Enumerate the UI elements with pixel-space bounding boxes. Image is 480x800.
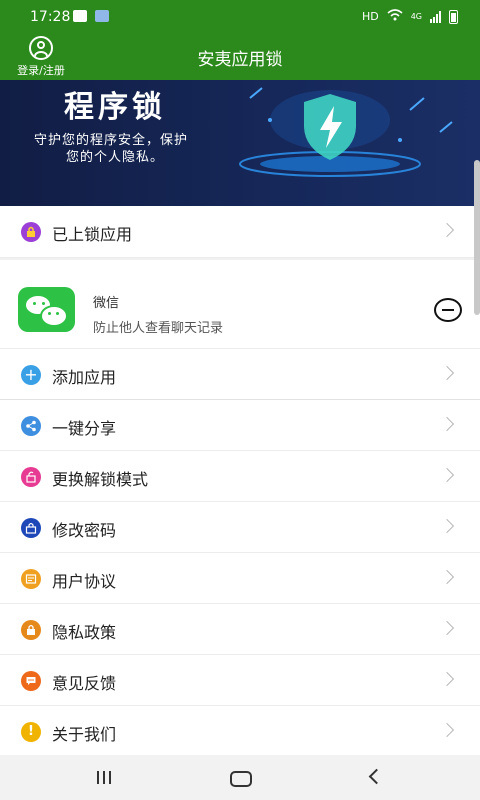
locked-apps-item[interactable]: 已上锁应用 bbox=[0, 206, 480, 258]
lock-icon bbox=[21, 222, 41, 242]
privacy-lock-icon bbox=[21, 620, 41, 640]
menu-item-label: 用户协议 bbox=[52, 572, 117, 591]
menu-item-share[interactable]: 一键分享 bbox=[0, 400, 480, 451]
promo-banner: 程序锁 守护您的程序安全，保护 您的个人隐私。 bbox=[0, 80, 480, 206]
menu-item-about-us[interactable]: ! 关于我们 bbox=[0, 706, 480, 757]
chevron-right-icon bbox=[439, 620, 455, 636]
banner-line-1: 守护您的程序安全，保护 bbox=[34, 133, 189, 148]
menu-item-label: 添加应用 bbox=[52, 368, 117, 387]
status-time: 17:28 bbox=[30, 9, 71, 25]
back-button[interactable] bbox=[368, 768, 385, 785]
chevron-right-icon bbox=[439, 467, 455, 483]
menu-item-label: 更换解锁模式 bbox=[52, 470, 149, 489]
app-title: 安夷应用锁 bbox=[197, 50, 283, 70]
wechat-icon bbox=[18, 287, 75, 332]
shield-icon bbox=[304, 94, 356, 160]
battery-icon bbox=[449, 9, 458, 24]
app-name: 微信 bbox=[93, 296, 120, 311]
chevron-right-icon bbox=[439, 518, 455, 534]
menu-item-unlock-mode[interactable]: 更换解锁模式 bbox=[0, 451, 480, 502]
chevron-right-icon bbox=[439, 671, 455, 687]
banner-subtitle: 守护您的程序安全，保护 您的个人隐私。 bbox=[34, 132, 188, 166]
locked-apps-label: 已上锁应用 bbox=[52, 225, 133, 244]
menu-item-change-password[interactable]: 修改密码 bbox=[0, 502, 480, 553]
share-icon bbox=[21, 416, 41, 436]
locked-app-wechat: 微信 防止他人查看聊天记录 bbox=[0, 260, 480, 349]
hd-label: HD bbox=[361, 10, 379, 23]
wifi-icon bbox=[387, 9, 403, 24]
menu-item-user-agreement[interactable]: 用户协议 bbox=[0, 553, 480, 604]
remove-app-button[interactable] bbox=[434, 298, 462, 322]
system-nav-bar bbox=[0, 755, 480, 800]
chevron-right-icon bbox=[439, 365, 455, 381]
recent-apps-button[interactable] bbox=[97, 771, 111, 784]
app-description: 防止他人查看聊天记录 bbox=[93, 321, 224, 336]
unlock-icon bbox=[21, 467, 41, 487]
menu-item-label: 一键分享 bbox=[52, 419, 117, 438]
plus-icon: + bbox=[21, 365, 41, 385]
feedback-icon bbox=[21, 671, 41, 691]
menu-item-label: 意见反馈 bbox=[52, 674, 117, 693]
menu-list: 已上锁应用 微信 防止他人查看聊天记录 + 添加应用 一键分享 更换解锁模式 修… bbox=[0, 206, 480, 757]
gallery-icon bbox=[73, 10, 87, 22]
menu-item-label: 修改密码 bbox=[52, 521, 117, 540]
chevron-right-icon bbox=[439, 569, 455, 585]
menu-item-feedback[interactable]: 意见反馈 bbox=[0, 655, 480, 706]
status-bar: 17:28 HD 4G bbox=[0, 0, 480, 34]
password-icon bbox=[21, 518, 41, 538]
menu-item-privacy-policy[interactable]: 隐私政策 bbox=[0, 604, 480, 655]
chevron-right-icon bbox=[439, 722, 455, 738]
cell-type-label: 4G bbox=[410, 12, 422, 21]
lock-notification-icon bbox=[95, 10, 109, 22]
signal-icon bbox=[430, 10, 441, 23]
menu-item-label: 隐私政策 bbox=[52, 623, 117, 642]
info-icon: ! bbox=[21, 722, 41, 742]
menu-item-add-app[interactable]: + 添加应用 bbox=[0, 349, 480, 400]
chevron-right-icon bbox=[439, 416, 455, 432]
home-button[interactable] bbox=[230, 771, 252, 787]
menu-item-label: 关于我们 bbox=[52, 725, 117, 744]
agreement-icon bbox=[21, 569, 41, 589]
chevron-right-icon bbox=[439, 222, 455, 238]
banner-line-2: 您的个人隐私。 bbox=[66, 150, 165, 165]
banner-heading: 程序锁 bbox=[64, 90, 166, 125]
app-bar: 登录/注册 安夷应用锁 bbox=[0, 34, 480, 80]
scrollbar[interactable] bbox=[474, 160, 480, 315]
